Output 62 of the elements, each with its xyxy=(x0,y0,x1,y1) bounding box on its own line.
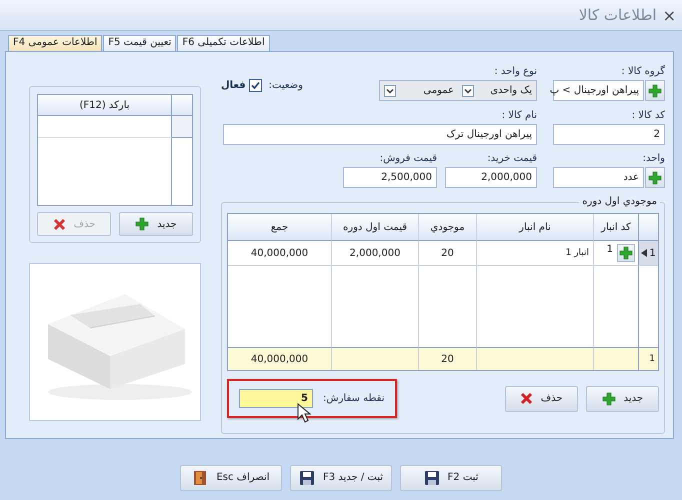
table-cell: 40,000,000 xyxy=(228,241,331,266)
field-label: نوع واحد : xyxy=(493,66,537,77)
price-field[interactable]: 2,500,000 xyxy=(343,167,437,188)
group-title: موجودي اول دوره xyxy=(579,196,660,207)
plus-icon xyxy=(135,217,150,231)
dropdown[interactable]: یک واحدی xyxy=(458,81,536,100)
plus-icon xyxy=(602,392,616,406)
table-cell: 20 xyxy=(418,241,476,266)
field-label: کد کالا : xyxy=(630,110,665,121)
door-icon xyxy=(192,470,208,486)
field-label: قیمت فروش: xyxy=(378,153,437,164)
price-field[interactable]: 2,000,000 xyxy=(445,167,537,188)
plus-icon xyxy=(648,170,662,184)
delete-button[interactable]: حذف xyxy=(504,386,578,412)
order-point-field[interactable]: 5 xyxy=(239,389,314,408)
column-header[interactable]: کد انبار xyxy=(593,214,638,241)
plus-icon xyxy=(648,84,662,98)
column-header[interactable]: بارکد (F12) xyxy=(38,95,172,116)
code-field[interactable]: 2 xyxy=(553,124,665,145)
field-label: گروه کالا : xyxy=(620,66,665,77)
footer-cell: 1 xyxy=(638,348,658,370)
footer-cell xyxy=(593,348,638,370)
cursor-icon xyxy=(297,403,312,423)
column-header[interactable]: نام انبار xyxy=(476,214,593,241)
tab[interactable]: اطلاعات عمومی F4 xyxy=(8,35,102,51)
save-button[interactable]: ثبت F2 xyxy=(400,464,502,490)
plus-icon xyxy=(619,246,633,260)
field-label: نام کالا : xyxy=(500,110,537,121)
column-header[interactable]: جمع xyxy=(228,214,331,241)
new-button[interactable]: جدید xyxy=(119,212,193,236)
checkbox-label: فعال xyxy=(221,80,246,91)
footer-cell: 40,000,000 xyxy=(228,348,331,370)
table-cell: انبار 1 xyxy=(476,241,593,266)
column-header[interactable]: قیمت اول دوره xyxy=(331,214,418,241)
add-button[interactable] xyxy=(645,80,665,101)
caret-icon xyxy=(462,84,474,96)
tab[interactable]: اطلاعات تکمیلی F6 xyxy=(177,35,270,51)
row-header[interactable]: 1 xyxy=(638,241,658,266)
close-button[interactable]: × xyxy=(662,6,676,24)
delete-icon xyxy=(520,392,533,405)
cell-text: 1 xyxy=(606,244,613,255)
field-label: نقطه سفارش: xyxy=(323,393,384,404)
name-field[interactable]: پیراهن اورجینال ترک xyxy=(223,124,537,145)
add-button[interactable] xyxy=(617,244,635,262)
field-label: قیمت خرید: xyxy=(486,153,537,164)
unit-field[interactable]: عدد xyxy=(553,167,644,188)
dropdown[interactable]: عمومی xyxy=(380,81,458,100)
table-cell: 2,000,000 xyxy=(331,241,418,266)
window-title: اطلاعات کالا xyxy=(578,6,657,24)
footer-cell: 20 xyxy=(418,348,476,370)
active-checkbox[interactable] xyxy=(248,79,262,92)
cancel-button[interactable]: انصراف Esc xyxy=(180,464,282,490)
delete-icon xyxy=(52,218,66,230)
new-button[interactable]: جدید xyxy=(586,386,659,412)
caret-icon xyxy=(384,84,396,96)
save-button[interactable]: ثبت / جدید F3 xyxy=(290,464,392,490)
status-label: وضعیت: xyxy=(268,80,303,91)
column-header[interactable]: موجودي xyxy=(418,214,476,241)
field-label: واحد: xyxy=(642,153,665,164)
row-pointer-icon xyxy=(641,249,648,257)
add-button[interactable] xyxy=(645,167,665,188)
tab[interactable]: تعیین قیمت F5 xyxy=(103,35,176,51)
